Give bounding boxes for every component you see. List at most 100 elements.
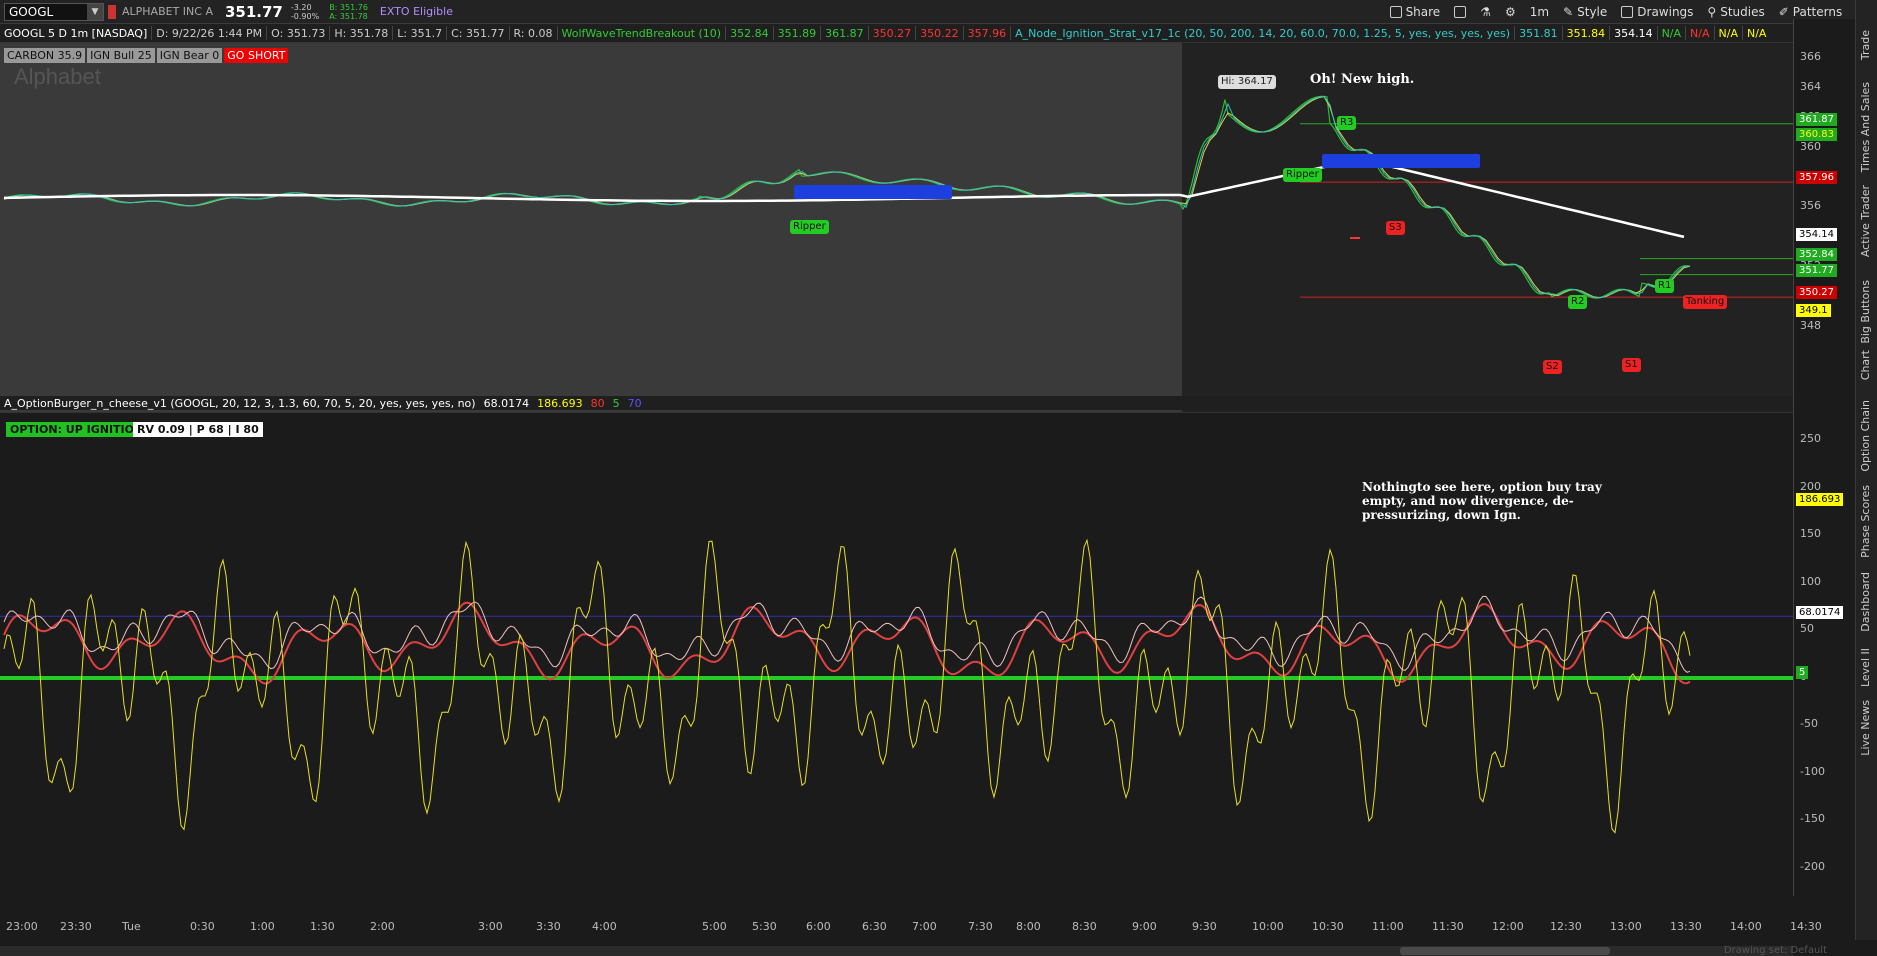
time-tick: 5:30 [752, 920, 777, 933]
pressure-white-line [3, 595, 1691, 673]
sidebar-tab[interactable]: Dashboard [1859, 572, 1872, 632]
oscillator-tick: 50 [1800, 622, 1814, 636]
study1-value: 350.22 [920, 26, 959, 40]
drawings-button[interactable]: Drawings [1621, 5, 1693, 19]
ripper-label-1: Ripper [790, 220, 829, 234]
bar-open: O: 351.73 [271, 26, 326, 40]
chart-area[interactable]: GOOGL 5 D 1m [NASDAQ] D: 9/22/26 1:44 PM… [0, 24, 1855, 956]
screenshot-button[interactable] [1454, 6, 1467, 18]
time-tick: 4:00 [592, 920, 617, 933]
time-tick: 11:30 [1432, 920, 1464, 933]
high-label: Hi: 364.17 [1218, 75, 1276, 89]
scroll-thumb[interactable] [1400, 947, 1610, 955]
bid-ask: B: 351.76 A: 351.78 [329, 3, 368, 21]
last-price: 351.77 [224, 2, 283, 21]
top-toolbar: GOOGL ▼ ALPHABET INC A 351.77 -3.20 -0.9… [0, 0, 1877, 24]
study2-value: N/A [1661, 26, 1682, 40]
price-tag: 357.96 [1796, 171, 1837, 185]
s3-label: S3 [1386, 221, 1405, 235]
time-tick: 9:30 [1192, 920, 1217, 933]
time-tick: 8:00 [1016, 920, 1041, 933]
ign-bear-label: IGN Bear 0 [156, 48, 223, 63]
upper-study-labels: CARBON 35.9 IGN Bull 25 IGN Bear 0 GO SH… [4, 48, 289, 63]
bar-close: C: 351.77 [451, 26, 505, 40]
flask-button[interactable]: ⚗ [1480, 5, 1491, 19]
settings-button[interactable]: ⚙ [1505, 5, 1516, 19]
study1-value: 350.27 [872, 26, 912, 40]
sidebar-tab[interactable]: Times And Sales [1859, 82, 1872, 172]
drawings-icon [1621, 6, 1634, 18]
time-tick: 14:00 [1730, 920, 1762, 933]
tanking-label: Tanking [1683, 295, 1728, 309]
ignition-badge: OPTION: UP IGNITION [6, 422, 148, 437]
patterns-icon: ✐ [1778, 5, 1789, 19]
study2-name[interactable]: A_Node_Ignition_Strat_v17_1c (20, 50, 20… [1011, 27, 1514, 40]
r3-label: R3 [1337, 116, 1357, 130]
sidebar-tab[interactable]: Active Trader [1859, 185, 1872, 257]
price-scale[interactable]: 366364362360358356354352350348361.87360.… [1793, 19, 1855, 896]
ask-value: A: 351.78 [329, 11, 368, 21]
oscillator-tick: 100 [1800, 574, 1821, 588]
price-tick: 348 [1800, 319, 1821, 332]
breakout-box-1 [794, 185, 952, 199]
sidebar-tab[interactable]: Level II [1859, 648, 1872, 687]
net-change: -3.20 -0.90% [291, 3, 319, 21]
lower-study-value: 70 [627, 396, 642, 410]
sidebar-tab[interactable]: Big Buttons [1859, 280, 1872, 344]
sidebar-tab[interactable]: Live News [1859, 700, 1872, 756]
exto-eligible-label: EXTO Eligible [379, 5, 453, 18]
drawings-label: Drawings [1637, 5, 1694, 19]
style-button[interactable]: ✎ Style [1563, 5, 1607, 19]
time-tick: 1:00 [250, 920, 275, 933]
rv-badge: RV 0.09 | P 68 | I 80 [133, 422, 263, 437]
symbol-watermark: Alphabet [14, 64, 101, 89]
share-button[interactable]: Share [1389, 5, 1440, 19]
study2-value: N/A [1746, 26, 1767, 40]
s1-label: S1 [1622, 358, 1641, 372]
bar-range: R: 0.08 [513, 26, 553, 40]
momentum-yellow-line [3, 538, 1691, 834]
sidebar-tab[interactable]: Phase Scores [1859, 485, 1872, 558]
time-tick: 12:00 [1492, 920, 1524, 933]
price-tick: 360 [1800, 139, 1821, 153]
interval-button[interactable]: 1m [1530, 5, 1549, 19]
bar-low: L: 351.7 [397, 26, 443, 40]
bar-date: D: 9/22/26 1:44 PM [156, 26, 263, 40]
oscillator-tick: -150 [1800, 812, 1825, 826]
studies-button[interactable]: ⚲ Studies [1707, 5, 1764, 19]
style-icon: ✎ [1563, 5, 1574, 19]
carbon-label: CARBON 35.9 [4, 48, 86, 63]
sidebar-tab[interactable]: Option Chain [1859, 400, 1872, 472]
sidebar-tab[interactable]: Chart [1859, 350, 1872, 380]
time-tick: 9:00 [1132, 920, 1157, 933]
patterns-button[interactable]: ✐ Patterns [1779, 5, 1843, 19]
symbol-input[interactable]: GOOGL ▼ [4, 2, 104, 21]
oscillator-tag: 5 [1796, 666, 1809, 680]
study2-value: N/A [1690, 26, 1710, 40]
r1-label: R1 [1655, 279, 1675, 293]
oscillator-tick: 250 [1800, 432, 1821, 445]
studies-label: Studies [1720, 5, 1765, 19]
lower-study-name[interactable]: A_OptionBurger_n_cheese_v1 (GOOGL, 20, 1… [0, 397, 480, 410]
oscillator-tick: -200 [1800, 860, 1825, 873]
studies-icon: ⚲ [1707, 5, 1717, 19]
time-tick: 6:00 [806, 920, 831, 933]
price-tag: 354.14 [1796, 228, 1837, 242]
price-panel[interactable] [0, 43, 1793, 415]
horizontal-scrollbar[interactable] [0, 946, 1793, 956]
study1-value: 361.87 [825, 26, 864, 40]
time-tick: 7:00 [912, 920, 937, 933]
study2-value: 351.84 [1566, 26, 1606, 40]
patterns-label: Patterns [1792, 5, 1843, 19]
study1-name[interactable]: WolfWaveTrendBreakout (10) [558, 27, 726, 40]
time-tick: Tue [122, 920, 141, 933]
link-color-icon[interactable] [108, 4, 116, 19]
chevron-down-icon[interactable]: ▼ [87, 3, 103, 20]
sidebar-tab[interactable]: Trade [1859, 30, 1872, 60]
ign-bull-label: IGN Bull 25 [87, 48, 155, 63]
lower-note: Nothingto see here, option buy tray empt… [1362, 480, 1602, 522]
study1-value: 351.89 [777, 26, 817, 40]
time-tick: 12:30 [1550, 920, 1582, 933]
time-axis[interactable]: 23:00 23:30 Tue 0:30 1:00 1:30 2:00 3:00 3:30 4:0… [0, 920, 1822, 934]
price-tick: 356 [1800, 199, 1821, 213]
